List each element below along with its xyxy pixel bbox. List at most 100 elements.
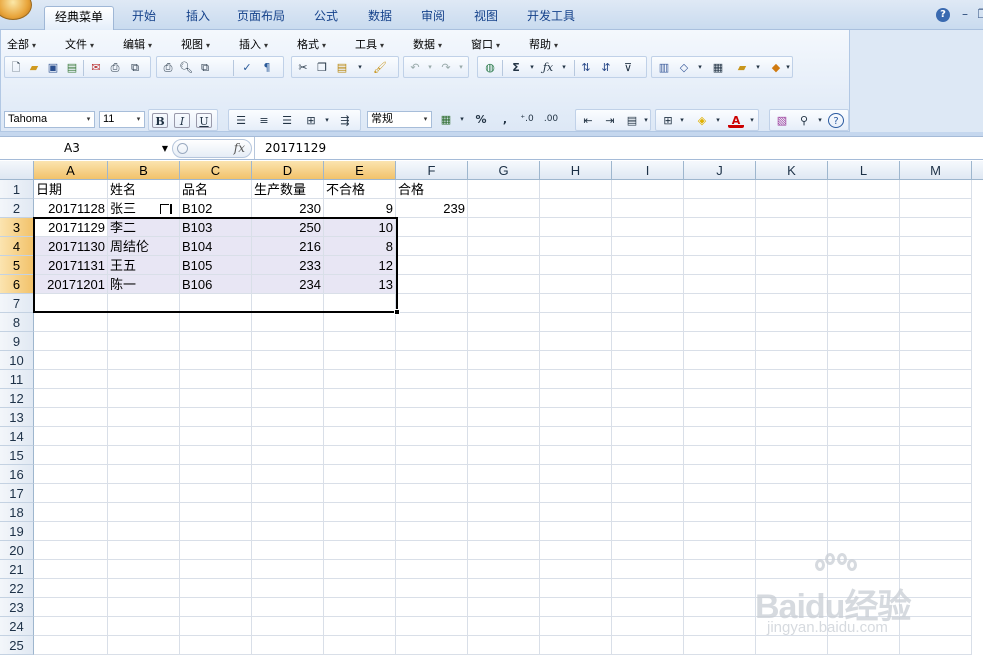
cell-a16[interactable] <box>34 465 108 484</box>
align-center-icon[interactable]: ≡ <box>256 113 272 128</box>
cell-c4[interactable]: B104 <box>180 237 252 256</box>
cell-e18[interactable] <box>324 503 396 522</box>
cell-g7[interactable] <box>468 294 540 313</box>
cell-e23[interactable] <box>324 598 396 617</box>
zoom-icon[interactable]: ⚲ <box>796 113 812 128</box>
grid-icon[interactable]: ▦ <box>710 60 726 75</box>
cell-m20[interactable] <box>900 541 972 560</box>
font-size-combo[interactable]: 11 ▾ <box>99 111 145 128</box>
cell-m9[interactable] <box>900 332 972 351</box>
cell-j5[interactable] <box>684 256 756 275</box>
cell-g12[interactable] <box>468 389 540 408</box>
cell-i21[interactable] <box>612 560 684 579</box>
cell-e16[interactable] <box>324 465 396 484</box>
cell-f1[interactable]: 合格 <box>396 180 468 199</box>
cell-e25[interactable] <box>324 636 396 655</box>
cell-i22[interactable] <box>612 579 684 598</box>
cell-f17[interactable] <box>396 484 468 503</box>
menu-window[interactable]: 窗口 ▾ <box>471 36 500 52</box>
cell-a18[interactable] <box>34 503 108 522</box>
merge-center-icon[interactable]: ⊞ <box>303 113 319 128</box>
cell-d7[interactable] <box>252 294 324 313</box>
cell-e20[interactable] <box>324 541 396 560</box>
tab-developer[interactable]: 开发工具 <box>518 6 584 30</box>
cell-i23[interactable] <box>612 598 684 617</box>
cell-j19[interactable] <box>684 522 756 541</box>
cell-m25[interactable] <box>900 636 972 655</box>
cell-g2[interactable] <box>468 199 540 218</box>
cell-b14[interactable] <box>108 427 180 446</box>
zoom-dropdown-icon[interactable]: ▾ <box>812 113 828 128</box>
undo-dropdown-icon[interactable]: ▾ <box>422 60 438 75</box>
cell-f4[interactable] <box>396 237 468 256</box>
cell-h15[interactable] <box>540 446 612 465</box>
cell-g24[interactable] <box>468 617 540 636</box>
cell-j16[interactable] <box>684 465 756 484</box>
save-icon[interactable]: ▣ <box>45 60 61 75</box>
cell-h11[interactable] <box>540 370 612 389</box>
cell-a10[interactable] <box>34 351 108 370</box>
cell-l22[interactable] <box>828 579 900 598</box>
cell-b6[interactable]: 陈一 <box>108 275 180 294</box>
function-dropdown-icon[interactable]: ▾ <box>556 60 572 75</box>
cell-l19[interactable] <box>828 522 900 541</box>
cell-a21[interactable] <box>34 560 108 579</box>
cell-m10[interactable] <box>900 351 972 370</box>
cell-l23[interactable] <box>828 598 900 617</box>
cell-a23[interactable] <box>34 598 108 617</box>
cell-l7[interactable] <box>828 294 900 313</box>
redo-dropdown-icon[interactable]: ▾ <box>453 60 469 75</box>
cell-d18[interactable] <box>252 503 324 522</box>
name-box[interactable]: A3 ▼ <box>2 139 170 158</box>
expand-formula-icon[interactable] <box>177 143 188 154</box>
cell-j15[interactable] <box>684 446 756 465</box>
cell-b5[interactable]: 王五 <box>108 256 180 275</box>
row-header-15[interactable]: 15 <box>0 446 34 465</box>
cell-d13[interactable] <box>252 408 324 427</box>
cell-l15[interactable] <box>828 446 900 465</box>
cell-h4[interactable] <box>540 237 612 256</box>
menu-format[interactable]: 格式 ▾ <box>297 36 326 52</box>
cell-b13[interactable] <box>108 408 180 427</box>
cell-m21[interactable] <box>900 560 972 579</box>
row-header-19[interactable]: 19 <box>0 522 34 541</box>
cell-m19[interactable] <box>900 522 972 541</box>
cell-i18[interactable] <box>612 503 684 522</box>
cell-c8[interactable] <box>180 313 252 332</box>
cell-h13[interactable] <box>540 408 612 427</box>
cell-i5[interactable] <box>612 256 684 275</box>
cell-c9[interactable] <box>180 332 252 351</box>
cell-d5[interactable]: 233 <box>252 256 324 275</box>
cell-g9[interactable] <box>468 332 540 351</box>
cell-h1[interactable] <box>540 180 612 199</box>
cell-b12[interactable] <box>108 389 180 408</box>
cell-l24[interactable] <box>828 617 900 636</box>
cell-a7[interactable] <box>34 294 108 313</box>
row-header-5[interactable]: 5 <box>0 256 34 275</box>
cell-e11[interactable] <box>324 370 396 389</box>
cell-a11[interactable] <box>34 370 108 389</box>
permission-icon[interactable]: ▤ <box>64 60 80 75</box>
cell-g23[interactable] <box>468 598 540 617</box>
cell-k15[interactable] <box>756 446 828 465</box>
cell-m22[interactable] <box>900 579 972 598</box>
cell-h14[interactable] <box>540 427 612 446</box>
cell-b18[interactable] <box>108 503 180 522</box>
print-preview-icon[interactable]: ⎙ <box>107 60 123 75</box>
row-header-12[interactable]: 12 <box>0 389 34 408</box>
office-button[interactable] <box>0 0 32 20</box>
cell-g4[interactable] <box>468 237 540 256</box>
cell-a2[interactable]: 20171128 <box>34 199 108 218</box>
help-icon[interactable]: ? <box>936 8 950 22</box>
print-icon[interactable]: ⎙ <box>160 60 176 75</box>
cell-k3[interactable] <box>756 218 828 237</box>
currency-icon[interactable]: ▦ <box>438 112 454 127</box>
insert-function-button[interactable]: fx <box>234 141 245 155</box>
spelling-icon[interactable]: ✓ <box>239 60 255 75</box>
row-header-16[interactable]: 16 <box>0 465 34 484</box>
cell-b21[interactable] <box>108 560 180 579</box>
cell-i12[interactable] <box>612 389 684 408</box>
cell-i9[interactable] <box>612 332 684 351</box>
column-header-i[interactable]: I <box>612 161 684 180</box>
chart-wizard-icon[interactable]: ▥ <box>656 60 672 75</box>
